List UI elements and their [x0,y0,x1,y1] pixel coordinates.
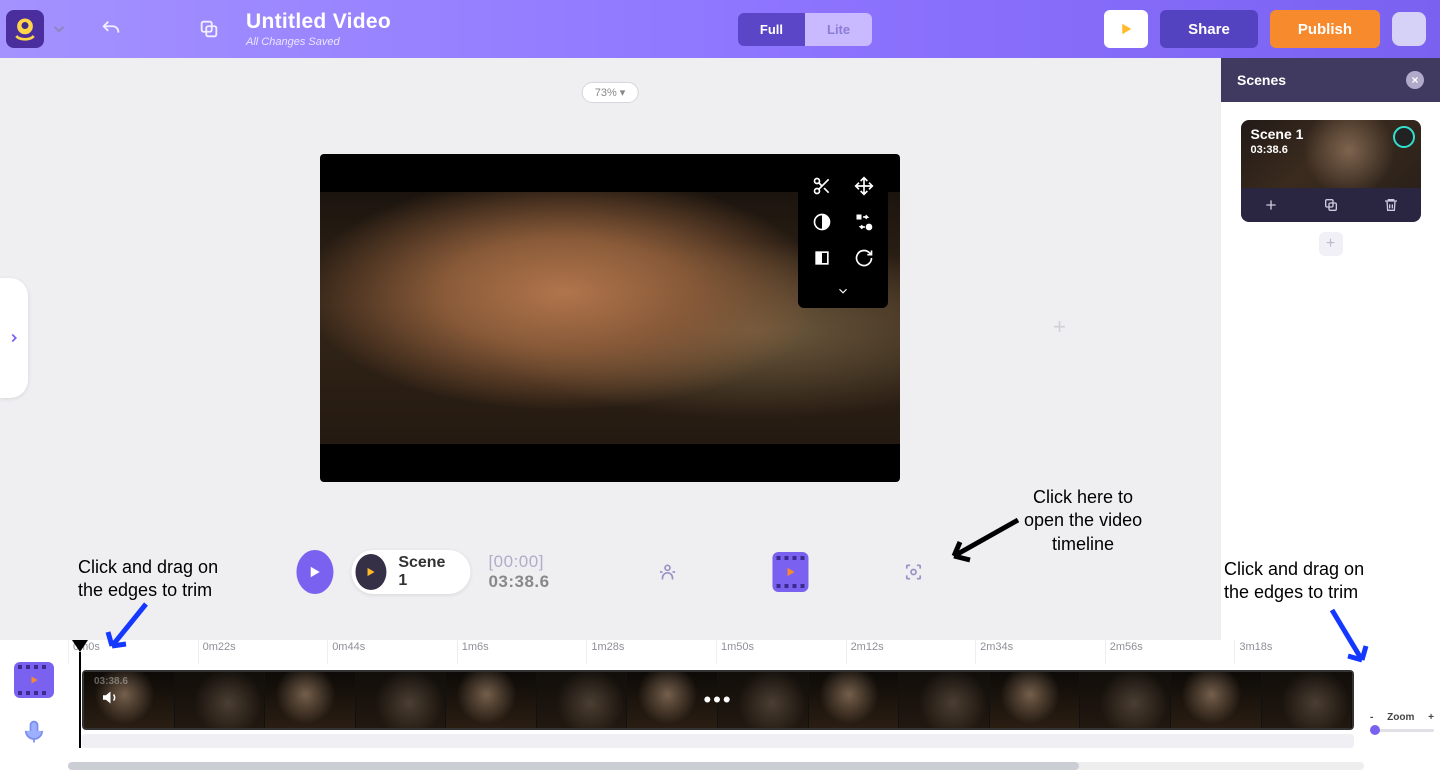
delete-scene-icon[interactable] [1383,197,1399,213]
swap-icon[interactable] [854,212,874,232]
ruler-tick: 2m56s [1105,640,1235,664]
save-status: All Changes Saved [246,36,391,48]
scenes-panel-title: Scenes [1237,72,1286,88]
timeline-ruler[interactable]: 0m0s 0m22s 0m44s 1m6s 1m28s 1m50s 2m12s … [68,640,1364,664]
timeline-scrollbar[interactable] [68,762,1364,770]
duplicate-scene-icon[interactable] [1323,197,1339,213]
timeline-empty-track[interactable] [82,734,1354,748]
mode-lite-button[interactable]: Lite [805,13,872,46]
timeline-track-buttons [0,640,68,772]
voiceover-track-button[interactable] [14,714,54,750]
editor-mode-toggle: Full Lite [738,13,872,46]
copy-button[interactable] [188,10,230,48]
app-logo[interactable] [6,10,44,48]
ruler-tick: 1m28s [586,640,716,664]
video-stage[interactable] [320,154,900,482]
timeline-panel: 0m0s 0m22s 0m44s 1m6s 1m28s 1m50s 2m12s … [0,640,1440,772]
app-header: Untitled Video All Changes Saved Full Li… [0,0,1440,58]
project-title[interactable]: Untitled Video [246,10,391,34]
current-scene-label: Scene 1 [398,554,450,590]
zoom-label: Zoom [1387,712,1414,723]
publish-button[interactable]: Publish [1270,10,1380,48]
ruler-tick: 2m12s [846,640,976,664]
add-scene-button[interactable]: + [1319,232,1343,256]
scenes-panel-header: Scenes [1221,58,1440,102]
logo-dropdown-icon[interactable] [50,20,68,38]
character-icon[interactable] [657,560,677,584]
clip-toolbox [798,166,888,308]
annotation-open-timeline: Click here to open the video timeline [1024,486,1142,556]
play-scene-button[interactable] [355,554,386,590]
time-current: [00:00] [488,552,544,571]
scenes-panel: Scenes Scene 1 03:38.6 + [1220,58,1440,640]
clip-duration-label: 03:38.6 [94,676,128,687]
scene-card[interactable]: Scene 1 03:38.6 [1241,120,1421,222]
scene-card-actions [1241,188,1421,222]
ruler-tick: 1m6s [457,640,587,664]
zoom-slider-thumb[interactable] [1370,725,1380,735]
share-button[interactable]: Share [1160,10,1258,48]
toolbox-expand-icon[interactable] [836,284,850,298]
focus-icon[interactable] [903,560,923,584]
timecode-display: [00:00] 03:38.6 [488,552,599,592]
expand-side-panel-tab[interactable] [0,278,28,398]
preview-play-button[interactable] [1104,10,1148,48]
zoom-out-button[interactable]: - [1370,712,1373,723]
scene-card-label: Scene 1 [1251,126,1304,142]
ruler-tick: 0m22s [198,640,328,664]
zoom-slider-track[interactable] [1370,729,1434,732]
timeline-video-clip[interactable]: 03:38.6 ••• [82,670,1354,730]
current-scene-pill[interactable]: Scene 1 [351,550,470,594]
contrast-icon[interactable] [812,212,832,232]
playback-row: Scene 1 [00:00] 03:38.6 [296,550,923,594]
arrow-trim-left-icon [98,598,158,658]
zoom-level-pill[interactable]: 73% ▾ [582,82,639,103]
close-panel-button[interactable] [1406,71,1424,89]
mask-icon[interactable] [812,248,832,268]
scene-card-duration: 03:38.6 [1251,144,1288,156]
clip-menu-icon[interactable]: ••• [703,687,732,713]
zoom-in-button[interactable]: + [1428,712,1434,723]
video-track-button[interactable] [14,662,54,698]
rotate-icon[interactable] [854,248,874,268]
undo-button[interactable] [90,10,132,48]
add-element-button[interactable]: + [1053,314,1066,340]
ruler-tick: 0m44s [327,640,457,664]
timeline-zoom-control: - Zoom + [1370,712,1434,732]
time-total: 03:38.6 [488,572,549,591]
scissors-icon[interactable] [812,176,832,196]
annotation-trim-right: Click and drag on the edges to trim [1224,558,1364,605]
play-all-button[interactable] [296,550,333,594]
annotation-trim-left: Click and drag on the edges to trim [78,556,218,603]
title-block: Untitled Video All Changes Saved [246,10,391,48]
move-icon[interactable] [854,176,874,196]
arrow-open-timeline-icon [942,512,1022,572]
mode-full-button[interactable]: Full [738,13,805,46]
scene-thumbnail: Scene 1 03:38.6 [1241,120,1421,188]
open-timeline-button[interactable] [772,552,809,592]
ruler-tick: 1m50s [716,640,846,664]
user-avatar[interactable] [1392,12,1426,46]
clip-volume-icon[interactable] [100,689,118,712]
ruler-tick: 2m34s [975,640,1105,664]
arrow-trim-right-icon [1320,604,1380,674]
scene-card-avatar [1393,126,1415,148]
timeline-playhead[interactable] [72,640,88,652]
add-scene-icon[interactable] [1263,197,1279,213]
